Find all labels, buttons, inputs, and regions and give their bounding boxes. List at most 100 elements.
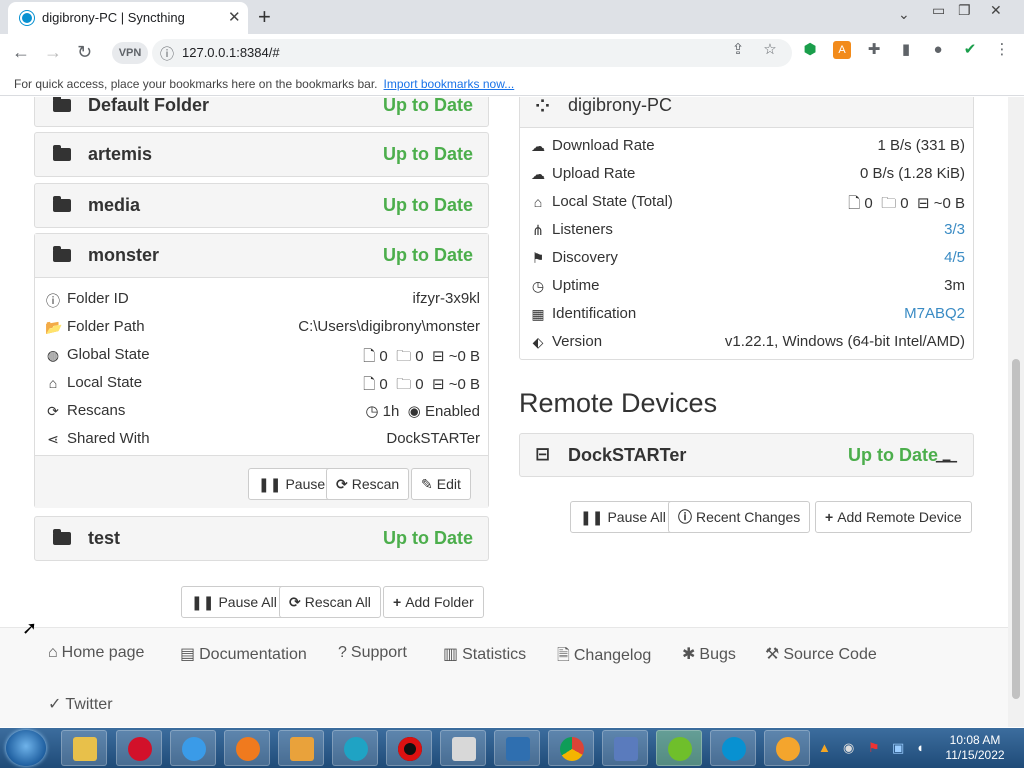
chrome-taskbar-icon[interactable] xyxy=(548,730,594,766)
tray-app-icon[interactable]: ◉ xyxy=(843,740,854,756)
profile-icon[interactable]: ● xyxy=(929,41,947,59)
folder-name: media xyxy=(88,195,141,215)
minimize-icon[interactable]: ▭ xyxy=(932,2,945,19)
syncthing-taskbar-icon[interactable] xyxy=(710,730,756,766)
folder-path-row: 📂 Folder Path C:\Users\digibrony\monster xyxy=(45,318,480,335)
tray-network-icon[interactable]: ▣ xyxy=(892,740,904,756)
rescan-all-button[interactable]: ⟳ Rescan All xyxy=(279,586,381,618)
shared-with-value: DockSTARTer xyxy=(386,430,480,447)
bar-chart-icon: ▥ xyxy=(443,646,459,663)
url-text[interactable]: 127.0.0.1:8384/# xyxy=(182,45,280,60)
vpn-taskbar-icon[interactable] xyxy=(764,730,810,766)
footer-home-page-link[interactable]: ⌂ Home page xyxy=(48,644,144,662)
folder-status: Up to Date xyxy=(383,245,473,265)
folder-panel-media[interactable]: media Up to Date xyxy=(34,183,489,228)
edge-taskbar-icon[interactable] xyxy=(332,730,378,766)
share-icon[interactable]: ⇪ xyxy=(729,41,747,59)
record-taskbar-icon[interactable] xyxy=(386,730,432,766)
pause-all-devices-button[interactable]: ❚❚ Pause All xyxy=(570,501,676,533)
identification-value[interactable]: M7ABQ2 xyxy=(904,305,965,322)
remote-device-panel[interactable]: ⊟ DockSTARTer Up to Date ▁▂▁ xyxy=(519,433,974,477)
address-bar[interactable]: ⓘ 127.0.0.1:8384/# xyxy=(152,39,792,67)
tab-close-icon[interactable]: ✕ xyxy=(228,8,241,26)
add-folder-button[interactable]: + Add Folder xyxy=(383,586,484,618)
window-close-icon[interactable]: ✕ xyxy=(990,2,1002,19)
footer-bugs-link[interactable]: ✱ Bugs xyxy=(682,644,736,664)
tray-volume-icon[interactable]: ◖ xyxy=(916,740,924,755)
this-device-header[interactable]: ⁘ digibrony-PC xyxy=(520,97,973,128)
peapod-taskbar-icon[interactable] xyxy=(656,730,702,766)
back-icon[interactable]: ← xyxy=(12,42,30,63)
pause-icon: ❚❚ xyxy=(258,476,282,492)
add-remote-device-button[interactable]: + Add Remote Device xyxy=(815,501,972,533)
global-state-row: ◍ Global State 🗋 0 🗀 0 ⊟ ~0 B xyxy=(46,346,480,365)
remote-device-status: Up to Date xyxy=(848,445,938,465)
page-scrollbar[interactable] xyxy=(1008,97,1024,727)
folder-outline-icon: 🗀 xyxy=(881,195,897,212)
reload-icon[interactable]: ↻ xyxy=(77,42,92,63)
refresh-icon: ⟳ xyxy=(289,594,301,610)
opera-taskbar-icon[interactable] xyxy=(116,730,162,766)
shield-check-icon[interactable]: ✔ xyxy=(961,41,979,59)
qrcode-icon: ▦ xyxy=(531,306,545,322)
refresh-icon: ⟳ xyxy=(47,403,59,419)
recent-changes-button[interactable]: ⓘ Recent Changes xyxy=(668,501,811,533)
footer-statistics-link[interactable]: ▥ Statistics xyxy=(443,644,526,664)
pencil-icon: ✎ xyxy=(421,476,433,492)
tab-search-chevron-icon[interactable]: ⌄ xyxy=(898,6,910,23)
folder-panel-test[interactable]: test Up to Date xyxy=(34,516,489,561)
footer-changelog-link[interactable]: 🗎 Changelog xyxy=(557,644,651,671)
tag-icon: ⬖ xyxy=(532,334,544,350)
firefox-taskbar-icon[interactable] xyxy=(224,730,270,766)
signpost-icon: ⚑ xyxy=(531,250,545,266)
adblock-extension-icon[interactable]: ⬢ xyxy=(801,41,819,59)
taskbar-clock[interactable]: 10:08 AM 11/15/2022 xyxy=(940,733,1010,763)
side-panel-icon[interactable]: ▮ xyxy=(897,41,915,59)
folder-header-monster[interactable]: monster Up to Date xyxy=(35,234,488,278)
tray-warning-icon[interactable]: ▲ xyxy=(818,740,831,755)
internet-explorer-taskbar-icon[interactable] xyxy=(170,730,216,766)
vpn-badge[interactable]: VPN xyxy=(112,42,148,64)
rescans-row: ⟳ Rescans ◷ 1h ◉ Enabled xyxy=(35,397,488,425)
menu-kebab-icon[interactable]: ⋮ xyxy=(993,41,1011,59)
start-button-icon[interactable] xyxy=(6,730,46,766)
explorer-taskbar-icon[interactable] xyxy=(61,730,107,766)
network-taskbar-icon[interactable] xyxy=(602,730,648,766)
pause-all-folders-button[interactable]: ❚❚ Pause All xyxy=(181,586,287,618)
file-icon: 🗋 xyxy=(848,195,861,212)
listeners-value[interactable]: 3/3 xyxy=(944,221,965,238)
browser-tab[interactable]: digibrony-PC | Syncthing ✕ xyxy=(8,2,248,34)
folder-panel-default[interactable]: Default Folder Up to Date xyxy=(34,97,489,127)
virtualbox-taskbar-icon[interactable] xyxy=(494,730,540,766)
rescan-folder-button[interactable]: ⟳ Rescan xyxy=(326,468,410,500)
site-info-icon[interactable]: ⓘ xyxy=(160,44,174,64)
forward-icon[interactable]: → xyxy=(44,42,62,63)
identification-row: ▦ Identification M7ABQ2 xyxy=(531,305,965,322)
import-bookmarks-link[interactable]: Import bookmarks now... xyxy=(384,77,515,91)
bookmark-star-icon[interactable]: ☆ xyxy=(761,41,779,59)
pause-icon: ❚❚ xyxy=(191,594,215,610)
home-icon: ⌂ xyxy=(48,644,58,661)
media-player-taskbar-icon[interactable] xyxy=(278,730,324,766)
tray-flag-icon[interactable]: ⚑ xyxy=(868,740,880,756)
device-icon: ⁘ xyxy=(535,97,551,116)
footer-source-code-link[interactable]: ⚒ Source Code xyxy=(765,644,877,664)
discovery-value[interactable]: 4/5 xyxy=(944,249,965,266)
edit-folder-button[interactable]: ✎ Edit xyxy=(411,468,471,500)
windows-taskbar: ▲ ◉ ⚑ ▣ ◖ 10:08 AM 11/15/2022 xyxy=(0,728,1024,768)
scrollbar-thumb[interactable] xyxy=(1012,359,1020,699)
extension-a-icon[interactable]: A xyxy=(833,41,851,59)
clock-date: 11/15/2022 xyxy=(945,748,1005,762)
extensions-puzzle-icon[interactable]: ✚ xyxy=(865,41,883,59)
pause-folder-button[interactable]: ❚❚ Pause xyxy=(248,468,336,500)
footer-support-link[interactable]: ? Support xyxy=(338,644,407,662)
new-tab-icon[interactable]: + xyxy=(258,4,271,30)
page-footer xyxy=(0,627,1008,727)
refresh-icon: ⟳ xyxy=(336,476,348,492)
footer-documentation-link[interactable]: ▤ Documentation xyxy=(180,644,307,664)
footer-twitter-link[interactable]: ✓ Twitter xyxy=(48,694,113,714)
321-taskbar-icon[interactable] xyxy=(440,730,486,766)
home-icon: ⌂ xyxy=(48,375,58,391)
restore-icon[interactable]: ❐ xyxy=(958,2,971,19)
folder-panel-artemis[interactable]: artemis Up to Date xyxy=(34,132,489,177)
